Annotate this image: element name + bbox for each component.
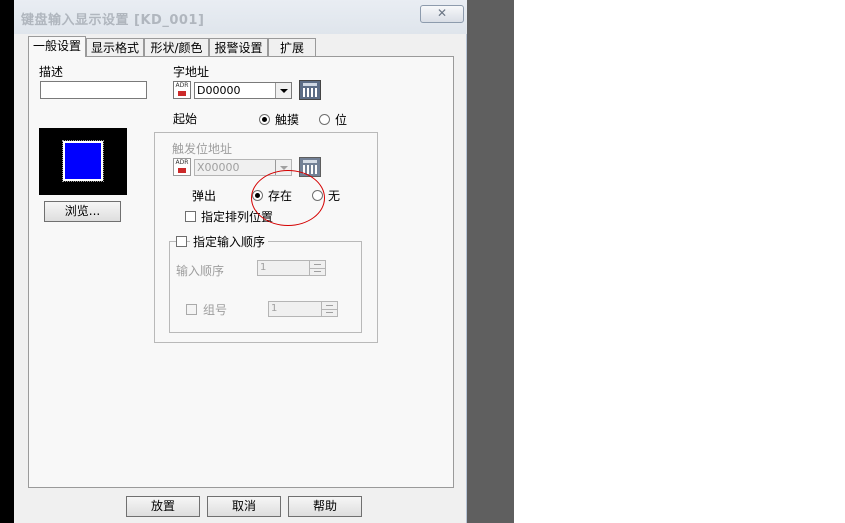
title-bar[interactable]: 键盘输入显示设置 [KD_001] ✕ xyxy=(14,0,467,34)
word-address-label: 字地址 xyxy=(173,65,210,79)
background-right-panel xyxy=(467,0,514,523)
input-order-value: 1 xyxy=(260,262,267,273)
trigger-bit-label: 触发位地址 xyxy=(172,142,233,156)
browse-button[interactable]: 浏览... xyxy=(44,201,121,222)
chevron-down-icon[interactable] xyxy=(275,83,291,98)
preview-image xyxy=(39,128,127,195)
tab-shape-color-label: 形状/颜色 xyxy=(150,41,203,55)
tab-extend[interactable]: 扩展 xyxy=(268,38,316,56)
start-label: 起始 xyxy=(173,112,198,126)
ok-button-label: 放置 xyxy=(150,499,175,513)
calculator-icon[interactable] xyxy=(299,80,321,100)
start-bit-label: 位 xyxy=(335,113,348,127)
tab-general-label: 一般设置 xyxy=(32,39,81,53)
spin-arrows-icon xyxy=(321,302,337,316)
specify-position-checkbox[interactable] xyxy=(185,211,196,222)
start-bit-radio[interactable] xyxy=(319,114,330,125)
keyboard-input-display-dialog: 键盘输入显示设置 [KD_001] ✕ 一般设置 显示格式 形状/颜色 报警设置… xyxy=(14,0,467,523)
word-address-dropdown[interactable]: D00000 xyxy=(194,82,292,99)
address-pick-icon[interactable]: ADR xyxy=(173,81,191,99)
description-input[interactable] xyxy=(40,81,147,99)
browse-button-label: 浏览... xyxy=(64,204,101,218)
trigger-address-pick-icon: ADR xyxy=(173,158,191,176)
tab-shape-color[interactable]: 形状/颜色 xyxy=(144,38,209,56)
tab-general[interactable]: 一般设置 xyxy=(28,36,86,57)
preview-shape xyxy=(62,140,104,182)
background-left-edge xyxy=(0,0,14,523)
tab-panel-general: 描述 浏览... 字地址 ADR D00000 起始 触摸 位 触发位地址 AD… xyxy=(28,56,454,488)
input-order-label: 输入顺序 xyxy=(176,264,225,278)
group-no-label: 组号 xyxy=(203,303,228,317)
spin-arrows-icon xyxy=(309,261,325,275)
specify-order-checkbox[interactable] xyxy=(176,236,187,247)
group-no-value: 1 xyxy=(271,303,278,314)
tab-display-format-label: 显示格式 xyxy=(90,41,139,55)
tab-alarm-label: 报警设置 xyxy=(214,41,263,55)
cancel-button[interactable]: 取消 xyxy=(207,496,281,517)
group-no-stepper: 1 xyxy=(268,301,338,317)
trigger-bit-value: X00000 xyxy=(197,161,240,174)
popup-label: 弹出 xyxy=(192,189,217,203)
annotation-circle xyxy=(251,170,325,226)
start-touch-label: 触摸 xyxy=(275,113,300,127)
group-no-checkbox xyxy=(186,304,197,315)
tab-extend-label: 扩展 xyxy=(279,41,304,55)
cancel-button-label: 取消 xyxy=(231,499,256,513)
ok-button[interactable]: 放置 xyxy=(126,496,200,517)
specify-order-label: 指定输入顺序 xyxy=(190,233,269,250)
tab-alarm[interactable]: 报警设置 xyxy=(209,38,268,56)
help-button[interactable]: 帮助 xyxy=(288,496,362,517)
word-address-value: D00000 xyxy=(197,84,241,97)
tab-display-format[interactable]: 显示格式 xyxy=(86,38,144,56)
close-button[interactable]: ✕ xyxy=(420,5,464,23)
start-touch-radio[interactable] xyxy=(259,114,270,125)
popup-none-label: 无 xyxy=(328,189,341,203)
close-icon: ✕ xyxy=(436,6,448,20)
dialog-title: 键盘输入显示设置 [KD_001] xyxy=(21,13,205,28)
input-order-stepper: 1 xyxy=(257,260,326,276)
description-label: 描述 xyxy=(39,65,64,79)
help-button-label: 帮助 xyxy=(312,499,337,513)
trigger-groupbox: 触发位地址 ADR X00000 弹出 存在 无 指定排列位置 指定输入顺序 输… xyxy=(154,132,378,343)
input-order-groupbox: 指定输入顺序 输入顺序 1 组号 1 xyxy=(169,233,362,333)
